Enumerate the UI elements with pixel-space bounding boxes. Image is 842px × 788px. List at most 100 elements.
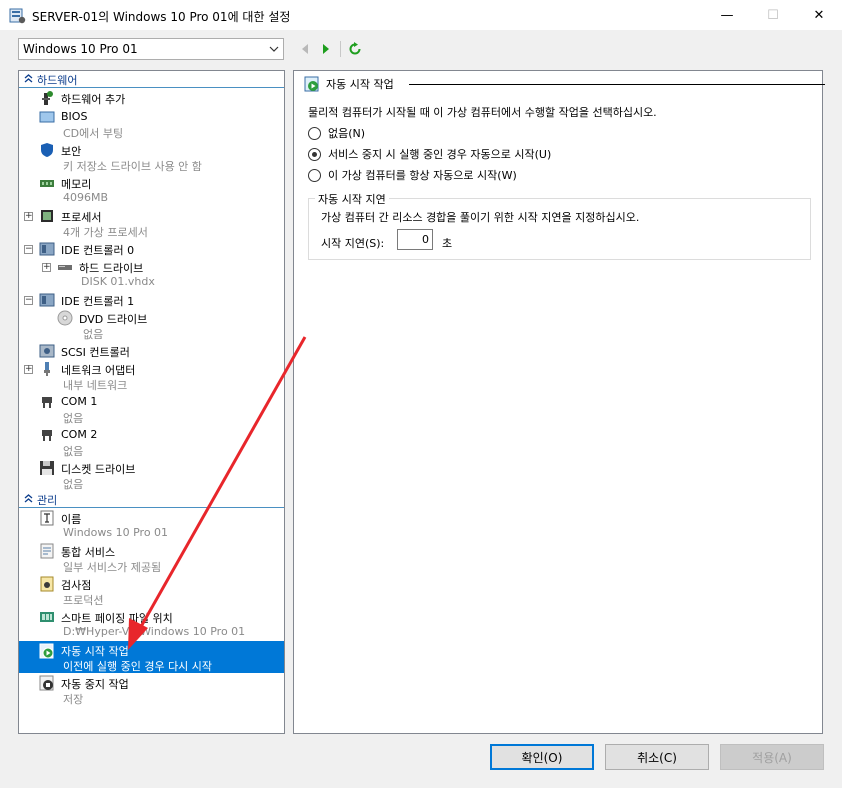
tree-item-label: IDE 컨트롤러 0 (61, 244, 135, 257)
tree-item-sub: 내부 네트워크 (63, 379, 128, 392)
tree-item-diskette-drive[interactable]: 디스켓 드라이브 없음 (19, 459, 284, 491)
processor-icon (41, 210, 53, 222)
radio-button[interactable] (308, 126, 321, 140)
tree-item-automatic-stop-action[interactable]: 자동 중지 작업 저장 (19, 674, 284, 706)
seconds-unit: 초 (442, 237, 453, 250)
network-adapter-icon (44, 362, 50, 376)
tree-item-checkpoints[interactable]: 검사점 프로덕션 (19, 575, 284, 607)
next-button[interactable] (317, 40, 335, 58)
tree-item-sub: D:₩Hyper-V₩Windows 10 Pro 01 (63, 625, 246, 638)
group-description: 가상 컴퓨터 간 리소스 경합을 풀이기 위한 시작 지연을 지정하십시오. (321, 211, 640, 224)
radio-button[interactable] (308, 147, 321, 161)
tree-item-integration-services[interactable]: 통합 서비스 일부 서비스가 제공됨 (19, 542, 284, 574)
bios-icon (39, 111, 55, 123)
collapse-icon[interactable] (19, 73, 37, 86)
startup-delay-label: 시작 지연(S): (321, 237, 385, 250)
refresh-icon (349, 42, 361, 55)
chevron-down-icon[interactable] (265, 39, 283, 59)
tree-item-label: COM 2 (61, 428, 98, 441)
ok-button[interactable]: 확인(O) (490, 744, 594, 770)
settings-tree[interactable]: 하드웨어 하드웨어 추가 BIOS CD에서 부팅 보안 키 저장소 드라이브 … (18, 70, 285, 734)
previous-button[interactable] (296, 40, 314, 58)
tree-item-security[interactable]: 보안 키 저장소 드라이브 사용 안 함 (19, 141, 284, 173)
tree-item-label: 이름 (61, 513, 82, 526)
tree-item-label: 자동 중지 작업 (61, 678, 129, 691)
expand-icon[interactable]: + (24, 365, 33, 374)
close-button[interactable]: ✕ (796, 0, 842, 31)
tree-item-label: 스마트 페이징 파일 위치 (61, 612, 173, 625)
smart-paging-icon (40, 612, 54, 622)
radio-label[interactable]: 서비스 중지 시 실행 중인 경우 자동으로 시작(U) (328, 146, 551, 162)
tree-item-sub: 없음 (63, 445, 84, 458)
settings-detail-panel: 자동 시작 작업 물리적 컴퓨터가 시작될 때 이 가상 컴퓨터에서 수행할 작… (293, 70, 825, 734)
hardware-section-label: 하드웨어 (37, 73, 78, 87)
tree-item-label: 디스켓 드라이브 (61, 463, 136, 476)
tree-item-network-adapter[interactable]: + 네트워크 어댑터 내부 네트워크 (19, 360, 284, 392)
tree-item-sub: 없음 (63, 478, 84, 491)
tree-item-memory[interactable]: 메모리 4096MB (19, 174, 284, 206)
tree-item-ide-controller-0[interactable]: − IDE 컨트롤러 0 (19, 240, 284, 258)
collapse-tree-icon[interactable]: − (24, 296, 33, 305)
hardware-section-header[interactable]: 하드웨어 (19, 71, 284, 88)
tree-item-com-2[interactable]: COM 2 없음 (19, 426, 284, 458)
window-title: SERVER-01의 Windows 10 Pro 01에 대한 설정 (32, 10, 291, 24)
tree-item-label: 프로세서 (61, 211, 102, 224)
tree-item-label: 검사점 (61, 579, 92, 592)
tree-item-sub: 4096MB (63, 191, 109, 204)
tree-item-processor[interactable]: + 프로세서 4개 가상 프로세서 (19, 207, 284, 239)
startup-delay-input[interactable]: 0 (397, 229, 433, 250)
tree-item-sub: 키 저장소 드라이브 사용 안 함 (63, 160, 202, 173)
expand-icon[interactable]: + (24, 212, 33, 221)
tree-item-hard-drive[interactable]: + 하드 드라이브 DISK 01.vhdx (19, 258, 284, 290)
tree-item-smart-paging[interactable]: 스마트 페이징 파일 위치 D:₩Hyper-V₩Windows 10 Pro … (19, 608, 284, 640)
tree-item-label: BIOS (61, 110, 88, 123)
floppy-disk-icon (40, 461, 54, 475)
collapse-tree-icon[interactable]: − (24, 245, 33, 254)
vm-select-dropdown[interactable]: Windows 10 Pro 01 (18, 38, 284, 60)
panel-header: 자동 시작 작업 (304, 76, 825, 92)
radio-option-none[interactable]: 없음(N) (308, 125, 365, 141)
section-divider (19, 507, 284, 508)
radio-button[interactable] (308, 168, 321, 182)
section-divider (19, 87, 284, 88)
radio-option-auto-if-running[interactable]: 서비스 중지 시 실행 중인 경우 자동으로 시작(U) (308, 146, 551, 162)
refresh-button[interactable] (346, 40, 364, 58)
radio-label[interactable]: 없음(N) (328, 125, 365, 141)
tree-item-label: SCSI 컨트롤러 (61, 346, 130, 359)
minimize-button[interactable]: — (704, 0, 750, 31)
arrow-right-icon (323, 44, 329, 54)
tree-item-com-1[interactable]: COM 1 없음 (19, 393, 284, 425)
management-section-header[interactable]: 관리 (19, 491, 284, 508)
radio-label[interactable]: 이 가상 컴퓨터를 항상 자동으로 시작(W) (328, 167, 517, 183)
vm-select-value: Windows 10 Pro 01 (23, 42, 138, 56)
cancel-button[interactable]: 취소(C) (605, 744, 709, 770)
tree-item-ide-controller-1[interactable]: − IDE 컨트롤러 1 (19, 291, 284, 309)
radio-option-always-start[interactable]: 이 가상 컴퓨터를 항상 자동으로 시작(W) (308, 167, 517, 183)
tree-item-sub: 이전에 실행 중인 경우 다시 시작 (63, 660, 213, 673)
tree-item-scsi-controller[interactable]: SCSI 컨트롤러 (19, 342, 284, 360)
add-hardware-icon (42, 91, 53, 105)
memory-icon (40, 180, 54, 187)
collapse-icon[interactable] (19, 493, 37, 506)
tree-item-label: 하드웨어 추가 (61, 93, 126, 106)
apply-button[interactable]: 적용(A) (720, 744, 824, 770)
tree-item-automatic-start-action[interactable]: 자동 시작 작업 이전에 실행 중인 경우 다시 시작 (19, 641, 284, 673)
tree-item-label: COM 1 (61, 395, 98, 408)
tree-item-sub: DISK 01.vhdx (81, 275, 155, 288)
ide-controller-icon (39, 293, 55, 307)
group-title: 자동 시작 지연 (315, 191, 389, 207)
automatic-stop-icon (39, 675, 54, 691)
tree-item-label: 통합 서비스 (61, 546, 116, 559)
tree-item-sub: 없음 (83, 328, 104, 341)
expand-icon[interactable]: + (42, 263, 51, 272)
tree-item-label: DVD 드라이브 (79, 313, 148, 326)
tree-item-name[interactable]: 이름 Windows 10 Pro 01 (19, 509, 284, 541)
tree-item-add-hardware[interactable]: 하드웨어 추가 (19, 89, 284, 107)
tree-item-label: 메모리 (61, 178, 92, 191)
automatic-start-icon (39, 643, 54, 659)
tree-item-dvd-drive[interactable]: DVD 드라이브 없음 (19, 309, 284, 341)
maximize-button[interactable]: ☐ (750, 0, 796, 31)
tree-item-label: 보안 (61, 145, 82, 158)
tree-item-bios[interactable]: BIOS CD에서 부팅 (19, 108, 284, 140)
hard-drive-icon (58, 265, 72, 270)
